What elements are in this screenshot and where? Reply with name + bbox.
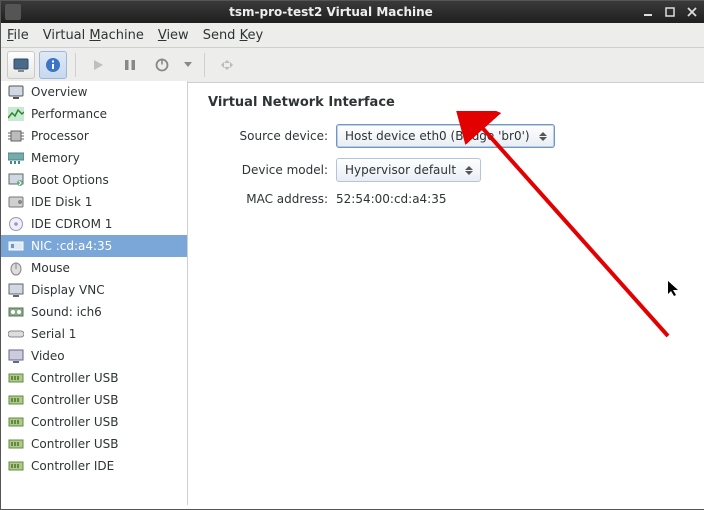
sound-icon xyxy=(7,304,25,320)
toolbar-separator xyxy=(204,53,205,77)
menu-virtual-machine[interactable]: Virtual Machine xyxy=(43,28,144,43)
source-device-value: Host device eth0 (Bridge 'br0') xyxy=(345,129,530,143)
ctrl-icon xyxy=(7,436,25,452)
cpu-icon xyxy=(7,128,25,144)
sidebar-item-nic[interactable]: NIC :cd:a4:35 xyxy=(1,235,187,257)
perf-icon xyxy=(7,106,25,122)
sidebar-item-label: Overview xyxy=(31,85,88,99)
fullscreen-button[interactable] xyxy=(213,51,241,79)
sidebar-item-label: Boot Options xyxy=(31,173,109,187)
sidebar-item-label: Performance xyxy=(31,107,107,121)
nic-icon xyxy=(7,238,25,254)
pause-button[interactable] xyxy=(116,51,144,79)
sidebar-item-label: Memory xyxy=(31,151,80,165)
hardware-sidebar[interactable]: Overview Performance Processor Memory Boot O… xyxy=(1,81,188,505)
annotation-arrow xyxy=(448,111,704,371)
sidebar-item-label: Controller IDE xyxy=(31,459,114,473)
sidebar-item-label: IDE CDROM 1 xyxy=(31,217,112,231)
sidebar-item-label: Serial 1 xyxy=(31,327,76,341)
panel-heading: Virtual Network Interface xyxy=(208,95,685,110)
ctrl-icon xyxy=(7,414,25,430)
overview-icon xyxy=(7,84,25,100)
sidebar-item-display[interactable]: Display VNC xyxy=(1,279,187,301)
boot-icon xyxy=(7,172,25,188)
sidebar-item-disk[interactable]: IDE Disk 1 xyxy=(1,191,187,213)
mac-address-value: 52:54:00:cd:a4:35 xyxy=(336,192,447,206)
device-model-label: Device model: xyxy=(208,163,336,177)
sidebar-item-label: NIC :cd:a4:35 xyxy=(31,239,112,253)
run-button[interactable] xyxy=(84,51,112,79)
sidebar-item-serial[interactable]: Serial 1 xyxy=(1,323,187,345)
sidebar-item-label: Controller USB xyxy=(31,371,118,385)
close-button[interactable] xyxy=(683,5,701,19)
sidebar-item-overview[interactable]: Overview xyxy=(1,81,187,103)
sidebar-item-label: Video xyxy=(31,349,65,363)
sidebar-item-video[interactable]: Video xyxy=(1,345,187,367)
menubar: File Virtual Machine View Send Key xyxy=(1,23,704,48)
chevron-updown-icon xyxy=(536,132,550,141)
sidebar-item-label: Display VNC xyxy=(31,283,105,297)
app-icon xyxy=(5,4,21,20)
ctrl-icon xyxy=(7,392,25,408)
shutdown-button[interactable] xyxy=(148,51,176,79)
mouse-icon xyxy=(7,260,25,276)
sidebar-item-ram[interactable]: Memory xyxy=(1,147,187,169)
sidebar-item-label: Sound: ich6 xyxy=(31,305,102,319)
details-panel: Virtual Network Interface Source device:… xyxy=(188,81,704,505)
disk-icon xyxy=(7,194,25,210)
menu-view[interactable]: View xyxy=(158,28,189,43)
device-model-dropdown[interactable]: Hypervisor default xyxy=(336,158,481,182)
sidebar-item-ctrl[interactable]: Controller USB xyxy=(1,367,187,389)
sidebar-item-label: Controller USB xyxy=(31,393,118,407)
sidebar-item-label: Controller USB xyxy=(31,415,118,429)
sidebar-item-mouse[interactable]: Mouse xyxy=(1,257,187,279)
ctrl-icon xyxy=(7,370,25,386)
menu-send-key[interactable]: Send Key xyxy=(203,28,263,43)
serial-icon xyxy=(7,326,25,342)
sidebar-item-label: Processor xyxy=(31,129,89,143)
sidebar-item-cd[interactable]: IDE CDROM 1 xyxy=(1,213,187,235)
ctrl-icon xyxy=(7,458,25,474)
sidebar-item-label: Controller USB xyxy=(31,437,118,451)
window-title: tsm-pro-test2 Virtual Machine xyxy=(27,5,635,19)
console-button[interactable] xyxy=(7,51,35,79)
window-titlebar: tsm-pro-test2 Virtual Machine xyxy=(1,1,704,23)
toolbar xyxy=(1,48,704,83)
mouse-cursor-icon xyxy=(668,281,680,297)
sidebar-item-label: IDE Disk 1 xyxy=(31,195,92,209)
sidebar-item-cpu[interactable]: Processor xyxy=(1,125,187,147)
video-icon xyxy=(7,348,25,364)
chevron-updown-icon xyxy=(462,166,476,175)
ram-icon xyxy=(7,150,25,166)
mac-address-label: MAC address: xyxy=(208,192,336,206)
sidebar-item-ctrl[interactable]: Controller USB xyxy=(1,389,187,411)
maximize-button[interactable] xyxy=(661,5,679,19)
display-icon xyxy=(7,282,25,298)
sidebar-item-ctrl[interactable]: Controller IDE xyxy=(1,455,187,477)
sidebar-item-sound[interactable]: Sound: ich6 xyxy=(1,301,187,323)
details-button[interactable] xyxy=(39,51,67,79)
source-device-dropdown[interactable]: Host device eth0 (Bridge 'br0') xyxy=(336,124,555,148)
sidebar-item-ctrl[interactable]: Controller USB xyxy=(1,411,187,433)
cd-icon xyxy=(7,216,25,232)
sidebar-item-label: Mouse xyxy=(31,261,70,275)
source-device-label: Source device: xyxy=(208,129,336,143)
sidebar-item-perf[interactable]: Performance xyxy=(1,103,187,125)
minimize-button[interactable] xyxy=(639,5,657,19)
sidebar-item-ctrl[interactable]: Controller USB xyxy=(1,433,187,455)
device-model-value: Hypervisor default xyxy=(345,163,456,177)
shutdown-menu-button[interactable] xyxy=(180,51,196,79)
sidebar-item-boot[interactable]: Boot Options xyxy=(1,169,187,191)
toolbar-separator xyxy=(75,53,76,77)
menu-file[interactable]: File xyxy=(7,28,29,43)
